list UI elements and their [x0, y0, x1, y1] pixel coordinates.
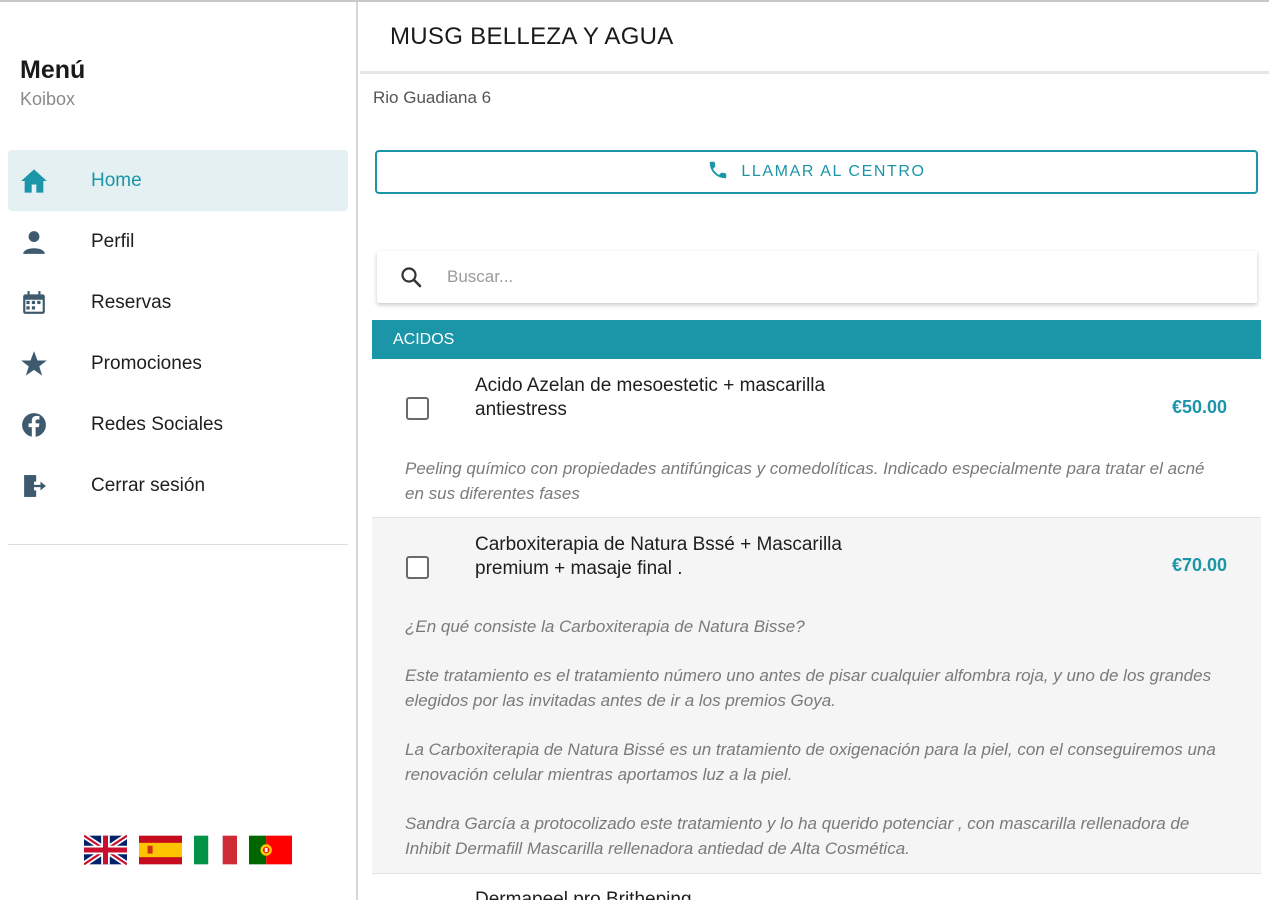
category-header: ACIDOS	[372, 320, 1261, 359]
service-item: Dermapeel pro Britheping	[372, 873, 1261, 900]
language-selector	[84, 834, 292, 866]
sidebar-item-perfil[interactable]: Perfil	[8, 211, 348, 272]
uk-flag[interactable]	[84, 834, 127, 866]
service-name: Carboxiterapia de Natura Bssé + Mascaril…	[475, 534, 842, 579]
portugal-flag[interactable]	[249, 834, 292, 866]
page-header: MUSG BELLEZA Y AGUA	[360, 2, 1269, 74]
sidebar-item-label: Cerrar sesión	[91, 474, 206, 496]
service-description: Sandra García a protocolizado este trata…	[405, 814, 1190, 858]
logout-icon	[20, 472, 48, 500]
sidebar-item-label: Perfil	[91, 230, 135, 252]
sidebar-divider	[8, 544, 348, 545]
sidebar-item-reservas[interactable]: Reservas	[8, 272, 348, 333]
center-address: Rio Guadiana 6	[373, 88, 492, 107]
sidebar-nav: Home Perfil Reservas Promociones Redes S…	[8, 150, 348, 516]
home-icon	[20, 167, 48, 195]
sidebar-item-label: Reservas	[91, 291, 172, 313]
sidebar-item-label: Home	[91, 169, 142, 191]
phone-icon	[707, 159, 729, 186]
service-name: Acido Azelan de mesoestetic + mascarilla…	[475, 375, 826, 420]
category-label: ACIDOS	[393, 330, 455, 348]
sidebar-item-label: Promociones	[91, 352, 202, 374]
service-description: Este tratamiento es el tratamiento númer…	[405, 666, 1212, 710]
sidebar-item-promociones[interactable]: Promociones	[8, 333, 348, 394]
sidebar: Menú Koibox Home Perfil Reservas Promoci…	[0, 2, 358, 900]
service-item: Acido Azelan de mesoestetic + mascarilla…	[372, 359, 1261, 517]
search-input[interactable]	[447, 267, 1227, 287]
service-description: ¿En qué consiste la Carboxiterapia de Na…	[405, 617, 805, 636]
service-description: Peeling químico con propiedades antifúng…	[405, 459, 1205, 503]
call-center-button[interactable]: LLAMAR AL CENTRO	[375, 150, 1258, 194]
sidebar-item-cerrar-sesion[interactable]: Cerrar sesión	[8, 455, 348, 516]
search-bar	[377, 251, 1257, 303]
service-price: €70.00	[1171, 555, 1227, 575]
sidebar-item-redes-sociales[interactable]: Redes Sociales	[8, 394, 348, 455]
menu-title: Menú	[20, 56, 86, 84]
spain-flag[interactable]	[139, 834, 182, 866]
sidebar-header: Menú Koibox	[20, 56, 85, 110]
service-description: La Carboxiterapia de Natura Bissé es un …	[405, 740, 1216, 784]
italy-flag[interactable]	[194, 834, 237, 866]
sidebar-item-home[interactable]: Home	[8, 150, 348, 211]
person-icon	[20, 228, 48, 256]
service-checkbox[interactable]	[406, 397, 429, 420]
star-icon	[20, 350, 48, 378]
service-price: €50.00	[1171, 397, 1227, 417]
menu-subtitle: Koibox	[20, 89, 76, 109]
page-title: MUSG BELLEZA Y AGUA	[390, 22, 674, 50]
service-checkbox[interactable]	[406, 556, 429, 579]
facebook-icon	[20, 411, 48, 439]
main-content: MUSG BELLEZA Y AGUA Rio Guadiana 6 LLAMA…	[360, 2, 1269, 900]
service-name: Dermapeel pro Britheping	[475, 889, 692, 900]
sidebar-item-label: Redes Sociales	[91, 413, 224, 435]
call-center-label: LLAMAR AL CENTRO	[741, 163, 926, 180]
service-item: Carboxiterapia de Natura Bssé + Mascaril…	[372, 517, 1261, 873]
calendar-icon	[20, 289, 48, 317]
search-icon	[399, 265, 423, 289]
